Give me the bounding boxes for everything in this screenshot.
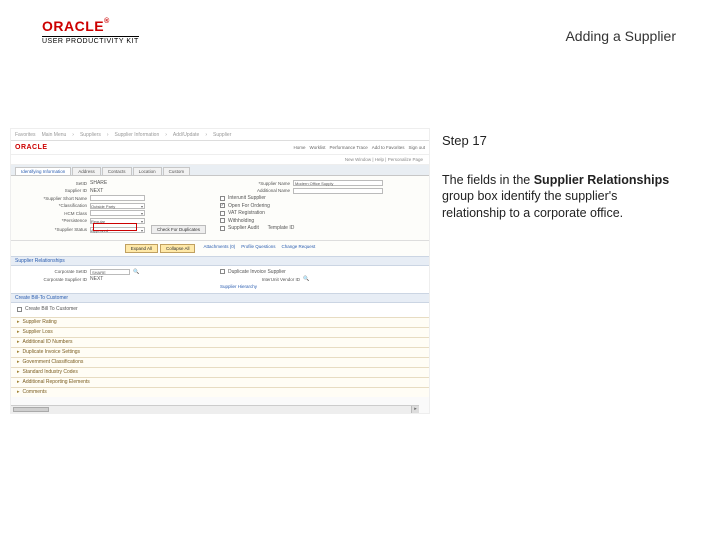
label-corp-setid: Corporate SetID	[17, 269, 87, 274]
form-area: SetID SHARE Supplier ID NEXT *Supplier S…	[11, 176, 429, 241]
label-corp-supplier-id: Corporate Supplier ID	[17, 277, 87, 282]
label-short-name: *Supplier Short Name	[17, 196, 87, 201]
nav-home[interactable]: Home	[294, 145, 306, 150]
header-links: Home Worklist Performance Trace Add to F…	[294, 145, 425, 150]
label-interunit-vendor: InterUnit Vendor ID	[220, 277, 300, 282]
tab-location[interactable]: Location	[133, 167, 162, 175]
expand-dup-invoice[interactable]: ▸Duplicate Invoice Settings	[11, 347, 429, 357]
triangle-icon: ▸	[17, 349, 20, 355]
supplier-hierarchy-link[interactable]: Supplier Hierarchy	[220, 284, 257, 289]
triangle-icon: ▸	[17, 339, 20, 345]
crumb[interactable]: Supplier Information	[115, 132, 160, 138]
select-supplier-status[interactable]: Approved	[90, 227, 145, 233]
section-supplier-relationships[interactable]: Supplier Relationships	[11, 256, 429, 266]
label-persistence: *Persistence	[17, 218, 87, 223]
horizontal-scrollbar[interactable]: ▸	[11, 405, 419, 413]
value-supplier-id: NEXT	[90, 188, 103, 194]
triangle-icon: ▸	[17, 359, 20, 365]
oracle-logo-small: ORACLE	[15, 144, 48, 151]
triangle-icon: ▸	[17, 319, 20, 325]
supplier-relationships-body: Corporate SetID SHARE 🔍 Corporate Suppli…	[11, 266, 429, 294]
input-short-name[interactable]	[90, 195, 145, 201]
input-supplier-name[interactable]: Modern Office Supply	[293, 180, 383, 186]
expand-all-button[interactable]: Expand All	[125, 244, 158, 253]
crumb[interactable]: Favorites	[15, 132, 36, 138]
breadcrumb-bar: Favorites Main Menu › Suppliers › Suppli…	[11, 129, 429, 141]
triangle-icon: ▸	[17, 379, 20, 385]
expand-supplier-rating[interactable]: ▸Supplier Rating	[11, 317, 429, 327]
value-corp-supplier-id: NEXT	[90, 276, 103, 282]
nav-perf-trace[interactable]: Performance Trace	[329, 145, 367, 150]
expand-addl-reporting[interactable]: ▸Additional Reporting Elements	[11, 377, 429, 387]
app-header: ORACLE Home Worklist Performance Trace A…	[11, 141, 429, 155]
upk-logo-block: ORACLE® USER PRODUCTIVITY KIT	[42, 18, 139, 45]
attachments-link[interactable]: Attachments (0)	[203, 244, 235, 253]
input-corp-setid[interactable]: SHARE	[90, 269, 130, 275]
tab-address[interactable]: Address	[72, 167, 101, 175]
expand-supplier-loss[interactable]: ▸Supplier Loss	[11, 327, 429, 337]
checkbox-dup-invoice[interactable]	[220, 269, 225, 274]
nav-add-fav[interactable]: Add to Favorites	[372, 145, 405, 150]
expand-sic-codes[interactable]: ▸Standard Industry Codes	[11, 367, 429, 377]
collapse-all-button[interactable]: Collapse All	[160, 244, 196, 253]
checkbox-supplier-audit[interactable]	[220, 226, 225, 231]
triangle-icon: ▸	[17, 329, 20, 335]
crumb[interactable]: Supplier	[213, 132, 231, 138]
expand-comments[interactable]: ▸Comments	[11, 387, 429, 397]
crumb[interactable]: Add/Update	[173, 132, 199, 138]
window-links[interactable]: New Window | Help | Personalize Page	[11, 155, 429, 165]
profile-questions-link[interactable]: Profile Questions	[241, 244, 275, 253]
tab-contacts[interactable]: Contacts	[102, 167, 132, 175]
label-classification: *Classification	[17, 203, 87, 208]
label-supplier-name: *Supplier Name	[220, 181, 290, 186]
label-supplier-id: Supplier ID	[17, 188, 87, 193]
crumb[interactable]: Suppliers	[80, 132, 101, 138]
upk-subtitle: USER PRODUCTIVITY KIT	[42, 36, 139, 45]
select-classification[interactable]: Outside Party	[90, 203, 145, 209]
nav-worklist[interactable]: Worklist	[310, 145, 326, 150]
value-setid: SHARE	[90, 180, 107, 186]
select-hcm-class[interactable]	[90, 210, 145, 216]
checkbox-withholding[interactable]	[220, 218, 225, 223]
triangle-icon: ▸	[17, 389, 20, 395]
label-supplier-status: *Supplier Status	[17, 227, 87, 232]
page-title: Adding a Supplier	[565, 28, 676, 44]
label-addl-name: Additional Name	[220, 188, 290, 193]
create-billto-body: Create Bill To Customer	[11, 303, 429, 317]
checkbox-vat[interactable]	[220, 211, 225, 216]
input-addl-name[interactable]	[293, 188, 383, 194]
select-persistence[interactable]: Regular	[90, 218, 145, 224]
tab-identifying-info[interactable]: Identifying Information	[15, 167, 71, 175]
scrollbar-thumb[interactable]	[13, 407, 49, 412]
expand-collapse-row: Expand All Collapse All Attachments (0) …	[11, 241, 429, 256]
check-duplicates-button[interactable]: Check For Duplicates	[151, 225, 206, 234]
scroll-right-arrow[interactable]: ▸	[411, 406, 419, 414]
app-screenshot: Favorites Main Menu › Suppliers › Suppli…	[10, 128, 430, 414]
lookup-icon[interactable]: 🔍	[133, 269, 139, 275]
checkbox-open-ordering[interactable]	[220, 203, 225, 208]
change-request-link[interactable]: Change Request	[282, 244, 316, 253]
label-hcm-class: HCM Class	[17, 211, 87, 216]
lookup-icon[interactable]: 🔍	[303, 276, 309, 282]
checkbox-interunit[interactable]	[220, 196, 225, 201]
triangle-icon: ▸	[17, 369, 20, 375]
instruction-panel: Step 17 The fields in the Supplier Relat…	[442, 132, 684, 222]
tab-strip: Identifying Information Address Contacts…	[11, 165, 429, 176]
step-label: Step 17	[442, 132, 684, 150]
checkbox-create-billto[interactable]	[17, 307, 22, 312]
expand-gov-classifications[interactable]: ▸Government Classifications	[11, 357, 429, 367]
nav-signout[interactable]: Sign out	[408, 145, 425, 150]
oracle-logo: ORACLE®	[42, 18, 139, 34]
section-create-billto[interactable]: Create Bill-To Customer	[11, 293, 429, 303]
instruction-text: The fields in the Supplier Relationships…	[442, 172, 684, 223]
expand-additional-id[interactable]: ▸Additional ID Numbers	[11, 337, 429, 347]
label-setid: SetID	[17, 181, 87, 186]
crumb[interactable]: Main Menu	[42, 132, 67, 138]
tab-custom[interactable]: Custom	[163, 167, 191, 175]
